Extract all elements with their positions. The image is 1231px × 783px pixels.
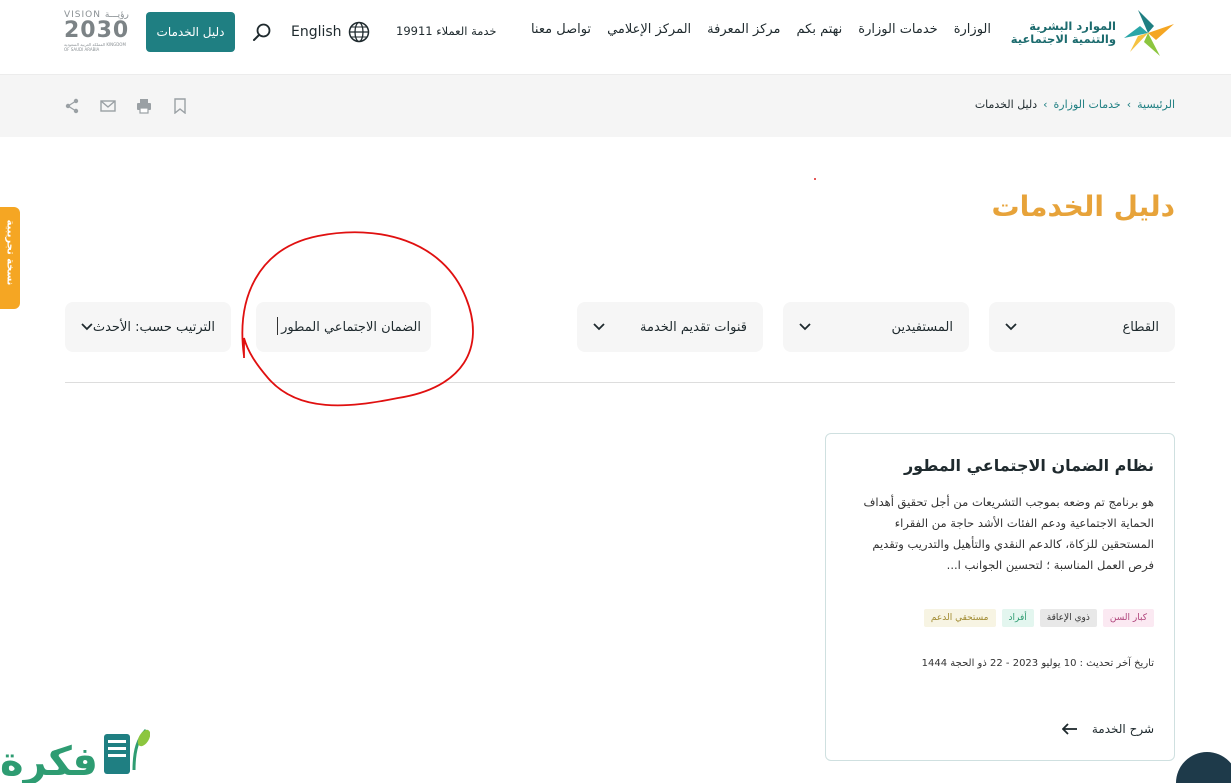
main-nav: الوزارة خدمات الوزارة نهتم بكم مركز المع…: [531, 22, 991, 37]
sector-filter-label: القطاع: [1122, 319, 1159, 335]
nav-ministry-services[interactable]: خدمات الوزارة: [858, 22, 937, 37]
globe-icon: [348, 21, 369, 43]
ministry-name: الموارد البشرية والتنمية الاجتماعية: [1011, 20, 1116, 46]
breadcrumb-home[interactable]: الرئيسية: [1137, 98, 1175, 111]
sort-dropdown[interactable]: الترتيب حسب: الأحدث: [65, 302, 231, 352]
language-switch[interactable]: English: [291, 21, 370, 43]
tag-support-eligible: مستحقي الدعم: [923, 609, 996, 627]
chevron-down-icon: [81, 323, 93, 331]
vision-year: 2030: [64, 18, 130, 43]
breadcrumb-separator: ‹: [1043, 98, 1048, 111]
breadcrumb-bar: الرئيسية ‹ خدمات الوزارة ‹ دليل الخدمات: [0, 75, 1231, 137]
beta-version-label: نسخة تجريبية: [4, 219, 16, 286]
beneficiaries-filter-label: المستفيدين: [891, 319, 953, 335]
breadcrumb: الرئيسية ‹ خدمات الوزارة ‹ دليل الخدمات: [975, 98, 1175, 111]
language-label: English: [291, 24, 342, 40]
chevron-down-icon: [593, 323, 605, 331]
nav-contact-us[interactable]: تواصل معنا: [531, 22, 591, 37]
fikra-watermark: فكرة: [0, 720, 155, 783]
filters-divider: [65, 382, 1175, 383]
service-explanation-label: شرح الخدمة: [1091, 722, 1154, 736]
breadcrumb-separator: ‹: [1126, 98, 1132, 111]
stray-dot: [814, 178, 816, 180]
mail-icon[interactable]: [100, 98, 116, 114]
bookmark-icon[interactable]: [172, 98, 188, 114]
chat-bubble-button[interactable]: [1176, 752, 1231, 783]
ministry-logo[interactable]: الموارد البشرية والتنمية الاجتماعية: [1006, 8, 1176, 58]
page-title: دليل الخدمات: [991, 190, 1175, 223]
beneficiaries-filter[interactable]: المستفيدين: [783, 302, 969, 352]
ministry-emblem-icon: [1124, 10, 1174, 56]
service-card-title[interactable]: نظام الضمان الاجتماعي المطور: [904, 456, 1154, 475]
customer-service-number[interactable]: خدمة العملاء 19911: [396, 24, 497, 38]
channels-filter-label: قنوات تقديم الخدمة: [640, 319, 747, 335]
share-icon[interactable]: [64, 98, 80, 114]
sector-filter[interactable]: القطاع: [989, 302, 1175, 352]
site-header: الموارد البشرية والتنمية الاجتماعية الوز…: [0, 0, 1231, 75]
tag-individuals: أفراد: [1001, 609, 1034, 627]
search-icon: [253, 23, 271, 41]
logo-line-2: والتنمية الاجتماعية: [1010, 32, 1116, 46]
breadcrumb-current: دليل الخدمات: [974, 98, 1038, 111]
service-card-tags: كبار السن ذوي الإعاقة أفراد مستحقي الدعم: [923, 609, 1154, 627]
nav-ministry[interactable]: الوزارة: [954, 22, 991, 37]
channels-filter[interactable]: قنوات تقديم الخدمة: [577, 302, 763, 352]
book-plant-icon: [104, 728, 150, 774]
service-explanation-link[interactable]: شرح الخدمة: [1061, 722, 1154, 736]
watermark-text: فكرة: [0, 739, 98, 783]
services-guide-button[interactable]: دليل الخدمات: [146, 12, 235, 52]
page-tools: [64, 98, 188, 114]
tag-disabled: ذوي الإعاقة: [1039, 609, 1097, 627]
vision-subtitle: المملكة العربية السعودية KINGDOM OF SAUD…: [64, 42, 126, 52]
print-icon[interactable]: [136, 98, 152, 114]
vision-2030-logo[interactable]: VISION رؤيـــة 2030 المملكة العربية السع…: [64, 10, 132, 58]
annotation-circle: [241, 231, 474, 407]
arrow-left-icon: [1061, 723, 1077, 735]
nav-media-center[interactable]: المركز الإعلامي: [607, 22, 691, 37]
tag-elderly: كبار السن: [1102, 609, 1154, 627]
service-card[interactable]: نظام الضمان الاجتماعي المطور هو برنامج ت…: [825, 433, 1175, 761]
search-button[interactable]: [251, 21, 273, 43]
last-update-date: تاريخ آخر تحديث : 10 يوليو 2023 - 22 ذو …: [921, 658, 1154, 669]
chevron-down-icon: [1005, 323, 1017, 331]
beta-version-tab[interactable]: نسخة تجريبية: [0, 207, 20, 309]
breadcrumb-ministry-services[interactable]: خدمات الوزارة: [1054, 98, 1121, 111]
chevron-down-icon: [799, 323, 811, 331]
service-card-description: هو برنامج تم وضعه بموجب التشريعات من أجل…: [863, 495, 1154, 572]
nav-knowledge-center[interactable]: مركز المعرفة: [707, 22, 780, 37]
sort-label: الترتيب حسب: الأحدث: [92, 319, 215, 335]
nav-we-care[interactable]: نهتم بكم: [797, 22, 843, 37]
